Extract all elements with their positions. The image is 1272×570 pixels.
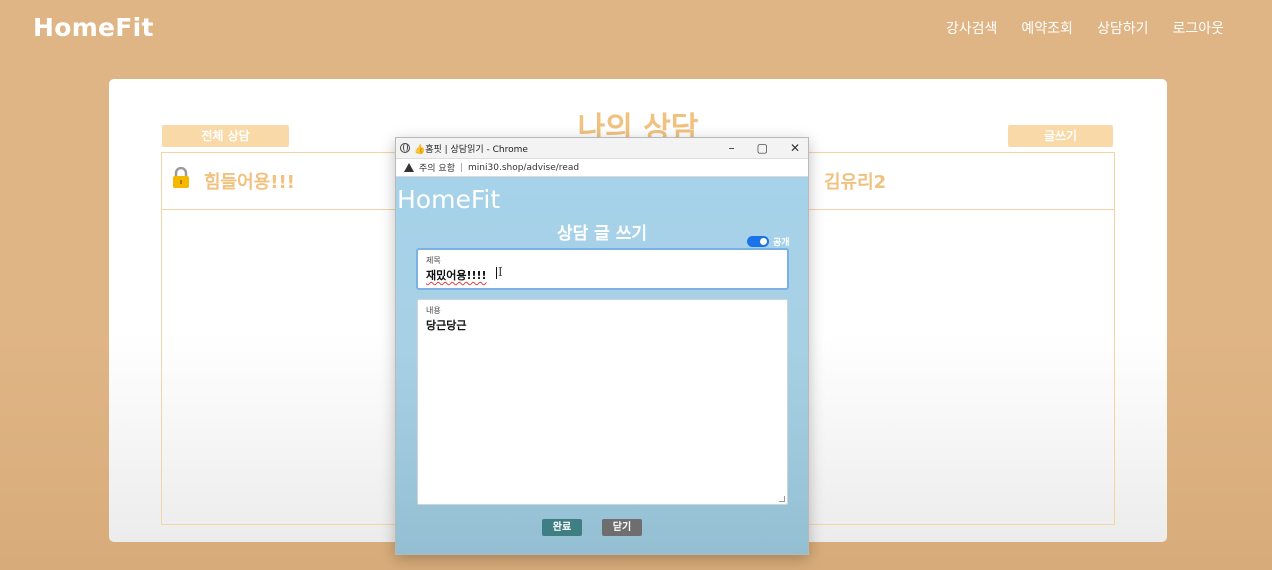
content-field-value[interactable]: 당근당근 [426, 317, 466, 333]
nav-logout[interactable]: 로그아웃 [1172, 18, 1224, 38]
window-titlebar[interactable]: 👍홈핏 | 상담읽기 - Chrome – ▢ ✕ [396, 138, 808, 158]
public-toggle[interactable] [747, 236, 769, 247]
content-field-label: 내용 [426, 306, 441, 315]
ibeam-cursor-icon: I [498, 265, 503, 279]
minimize-icon[interactable]: – [729, 140, 735, 156]
content-field[interactable]: 내용 당근당근 [417, 299, 788, 505]
title-field-label: 제목 [426, 256, 441, 265]
popup-body: HomeFit 상담 글 쓰기 공개 제목 재밌어용!!!! I 내용 당근당근… [396, 177, 808, 554]
nav-instructor-search[interactable]: 강사검색 [946, 18, 998, 38]
popup-logo: HomeFit [397, 185, 501, 214]
title-field-value[interactable]: 재밌어용!!!! [426, 267, 487, 283]
all-consultations-button[interactable]: 전체 상담 [162, 125, 289, 147]
site-logo[interactable]: HomeFit [33, 13, 154, 42]
nav-consultation[interactable]: 상담하기 [1097, 18, 1149, 38]
window-controls: – ▢ ✕ [729, 140, 800, 156]
close-icon[interactable]: ✕ [790, 140, 800, 156]
write-button[interactable]: 글쓰기 [1008, 125, 1113, 147]
globe-icon [400, 143, 410, 153]
address-bar[interactable]: 주의 요함 | mini30.shop/advise/read [396, 158, 808, 177]
row-author: 김유리2 [824, 172, 887, 193]
title-field[interactable]: 제목 재밌어용!!!! I [416, 248, 789, 290]
maximize-icon[interactable]: ▢ [757, 140, 768, 156]
close-button[interactable]: 닫기 [602, 519, 642, 536]
nav-reservation-lookup[interactable]: 예약조회 [1021, 18, 1073, 38]
warning-icon [404, 163, 414, 172]
resize-handle-icon[interactable] [779, 496, 785, 502]
security-label[interactable]: 주의 요함 [419, 161, 455, 174]
address-separator: | [459, 162, 464, 173]
window-title: 👍홈핏 | 상담읽기 - Chrome [414, 144, 528, 155]
row-title[interactable]: 힘들어용!!! [204, 168, 295, 194]
url-text[interactable]: mini30.shop/advise/read [468, 163, 579, 173]
top-nav: 강사검색 예약조회 상담하기 로그아웃 [946, 18, 1224, 38]
public-toggle-label: 공개 [773, 238, 790, 248]
done-button[interactable]: 완료 [542, 519, 582, 536]
text-caret [496, 267, 497, 279]
lock-icon [173, 167, 189, 188]
popup-window: 👍홈핏 | 상담읽기 - Chrome – ▢ ✕ 주의 요함 | mini30… [395, 137, 809, 555]
